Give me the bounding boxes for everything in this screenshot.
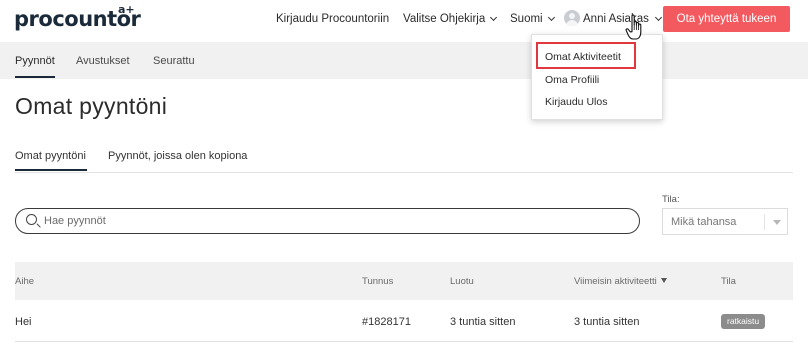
status-badge: ratkaistu bbox=[721, 314, 766, 329]
cell-subject[interactable]: Hei bbox=[15, 316, 32, 328]
top-header: procountor a+ Kirjaudu Procountoriin Val… bbox=[0, 0, 808, 42]
subnav-active-indicator bbox=[15, 76, 55, 78]
contact-support-button[interactable]: Ota yhteyttä tukeen bbox=[663, 6, 790, 32]
subnav-item-assistance[interactable]: Avustukset bbox=[76, 55, 130, 67]
sort-descending-icon bbox=[660, 278, 667, 283]
search-icon bbox=[26, 214, 37, 225]
nav-choose-guide[interactable]: Valitse Ohjekirja bbox=[403, 13, 498, 25]
status-filter-value: Mikä tahansa bbox=[671, 216, 737, 228]
chevron-down-icon bbox=[490, 13, 498, 22]
cell-id: #1828171 bbox=[362, 316, 411, 328]
tabs-divider bbox=[15, 172, 793, 173]
search-box bbox=[15, 208, 640, 234]
status-filter-label: Tila: bbox=[662, 194, 680, 205]
chevron-down-icon bbox=[547, 13, 555, 22]
user-avatar-icon[interactable] bbox=[564, 10, 580, 26]
tab-active-indicator bbox=[15, 169, 87, 171]
subnav-item-followed[interactable]: Seurattu bbox=[153, 55, 195, 67]
nav-user-menu[interactable]: Anni Asiakas bbox=[583, 13, 662, 25]
column-header-last-activity-label: Viimeisin aktiviteetti bbox=[574, 276, 657, 287]
nav-choose-guide-label: Valitse Ohjekirja bbox=[403, 13, 486, 25]
cell-last-activity: 3 tuntia sitten bbox=[574, 316, 640, 328]
sub-navigation: Pyynnöt Avustukset Seurattu bbox=[0, 42, 808, 79]
subnav-item-requests[interactable]: Pyynnöt bbox=[15, 55, 55, 67]
nav-language[interactable]: Suomi bbox=[510, 13, 555, 25]
table-header: Aihe Tunnus Luotu Viimeisin aktiviteetti… bbox=[15, 262, 793, 300]
nav-login-procountor[interactable]: Kirjaudu Procountoriin bbox=[276, 13, 389, 25]
caret-down-icon bbox=[773, 220, 781, 225]
column-header-id[interactable]: Tunnus bbox=[362, 276, 393, 287]
column-header-created[interactable]: Luotu bbox=[450, 276, 474, 287]
hand-cursor-icon bbox=[625, 14, 642, 40]
tab-cc-requests[interactable]: Pyynnöt, joissa olen kopiona bbox=[108, 150, 247, 162]
nav-language-label: Suomi bbox=[510, 13, 543, 25]
logo-superscript: a+ bbox=[118, 3, 135, 16]
column-header-status[interactable]: Tila bbox=[721, 276, 736, 287]
search-input[interactable] bbox=[44, 213, 624, 229]
select-divider bbox=[764, 214, 765, 230]
column-header-last-activity[interactable]: Viimeisin aktiviteetti bbox=[574, 276, 667, 287]
status-filter-select[interactable]: Mikä tahansa bbox=[662, 208, 788, 235]
menu-item-logout[interactable]: Kirjaudu Ulos bbox=[545, 96, 607, 108]
tab-my-requests[interactable]: Omat pyyntöni bbox=[15, 150, 86, 162]
cell-created: 3 tuntia sitten bbox=[450, 316, 516, 328]
highlight-box bbox=[536, 42, 636, 69]
page-title: Omat pyyntöni bbox=[15, 93, 168, 119]
table-row[interactable]: Hei #1828171 3 tuntia sitten 3 tuntia si… bbox=[15, 300, 793, 342]
chevron-down-icon bbox=[654, 13, 662, 22]
menu-item-my-profile[interactable]: Oma Profiili bbox=[545, 74, 599, 86]
column-header-subject[interactable]: Aihe bbox=[15, 276, 34, 287]
